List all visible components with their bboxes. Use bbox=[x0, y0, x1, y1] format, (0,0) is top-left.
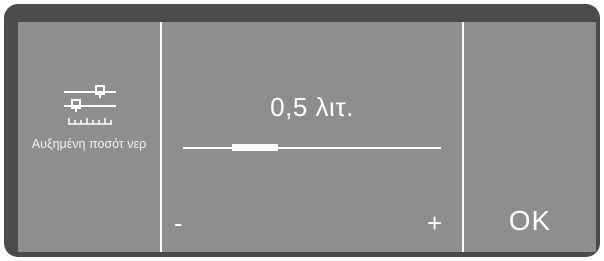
decrease-button[interactable]: - bbox=[174, 208, 183, 238]
water-amount-slider-icon bbox=[64, 85, 116, 125]
increase-button[interactable]: + bbox=[427, 208, 442, 238]
setting-info-panel: Αυξημένη ποσότ νερ bbox=[18, 22, 160, 252]
water-amount-value: 0,5 λιτ. bbox=[270, 92, 354, 122]
display-screen: Αυξημένη ποσότ νερ 0,5 λιτ. - + OK bbox=[18, 22, 596, 252]
slider-thumb[interactable] bbox=[232, 144, 279, 151]
setting-name-label: Αυξημένη ποσότ νερ bbox=[31, 137, 147, 151]
ok-button[interactable]: OK bbox=[464, 204, 596, 238]
display-bezel: Αυξημένη ποσότ νερ 0,5 λιτ. - + OK bbox=[4, 4, 600, 257]
water-amount-slider[interactable] bbox=[183, 140, 441, 156]
slider-track bbox=[183, 147, 441, 149]
panel-divider-left bbox=[160, 22, 162, 252]
